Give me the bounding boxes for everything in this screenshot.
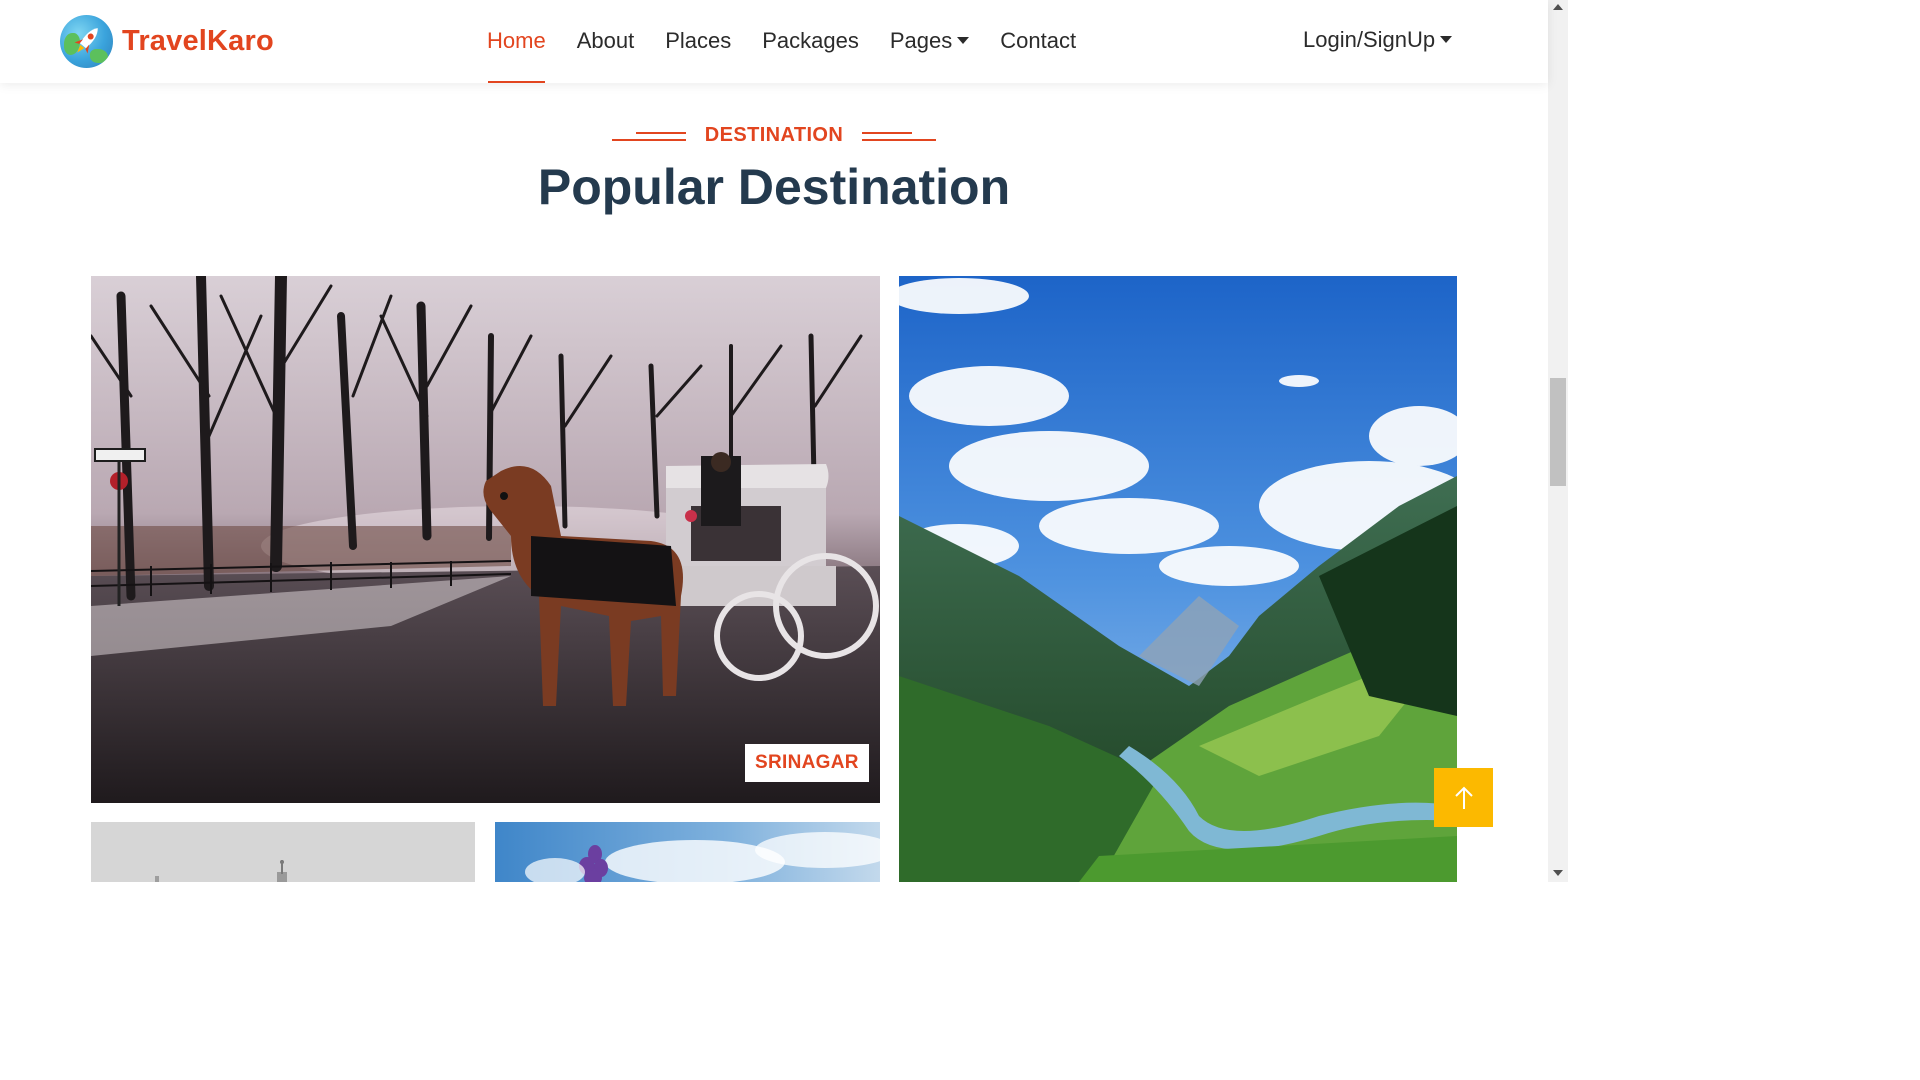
- nav-home-label: Home: [487, 28, 546, 53]
- brand[interactable]: TravelKaro: [60, 15, 274, 68]
- purple-flower-image: [495, 822, 880, 882]
- caret-down-icon: [957, 37, 970, 44]
- nav-contact-label: Contact: [1000, 28, 1077, 53]
- back-to-top-button[interactable]: [1434, 768, 1493, 827]
- login-signup-dropdown[interactable]: Login/SignUp: [1303, 0, 1453, 83]
- nav-home[interactable]: Home: [487, 0, 546, 83]
- destination-card-valley[interactable]: [899, 276, 1457, 882]
- destination-label: SRINAGAR: [745, 744, 869, 782]
- scroll-up-icon[interactable]: [1553, 4, 1563, 10]
- destination-card-flower[interactable]: [495, 822, 880, 882]
- section-eyebrow: DESTINATION: [0, 124, 1548, 147]
- nav-places[interactable]: Places: [665, 0, 731, 83]
- login-signup-label: Login/SignUp: [1303, 27, 1436, 52]
- caret-down-icon: [1440, 36, 1453, 43]
- misty-mosque-image: [91, 822, 475, 882]
- nav-pages-label: Pages: [889, 28, 953, 53]
- nav-packages-label: Packages: [762, 28, 859, 53]
- destination-card-mosque[interactable]: [91, 822, 475, 882]
- nav-about[interactable]: About: [577, 0, 635, 83]
- nav-contact[interactable]: Contact: [1000, 0, 1076, 83]
- nav-about-label: About: [576, 28, 635, 53]
- section-title: Popular Destination: [537, 159, 1011, 215]
- nav-pages-dropdown[interactable]: Pages: [889, 0, 970, 83]
- destination-card-srinagar[interactable]: SRINAGAR: [91, 276, 880, 803]
- eyebrow-text: DESTINATION: [704, 124, 844, 146]
- brand-name: TravelKaro: [122, 25, 274, 57]
- mountain-valley-image: [899, 276, 1457, 882]
- scroll-down-icon[interactable]: [1553, 870, 1563, 876]
- horse-carriage-image: [91, 276, 880, 803]
- eyebrow-lines-left: [611, 129, 686, 143]
- scroll-thumb[interactable]: [1550, 378, 1566, 486]
- page-scrollbar[interactable]: [1548, 0, 1568, 882]
- nav-packages[interactable]: Packages: [762, 0, 859, 83]
- navbar: TravelKaro Home About Places Packages Pa…: [0, 0, 1548, 83]
- eyebrow-lines-right: [862, 129, 937, 143]
- arrow-up-icon: [1454, 786, 1473, 809]
- rocket-globe-icon: [60, 15, 113, 68]
- nav-places-label: Places: [665, 28, 732, 53]
- main-nav: Home About Places Packages Pages Contact: [487, 0, 1107, 83]
